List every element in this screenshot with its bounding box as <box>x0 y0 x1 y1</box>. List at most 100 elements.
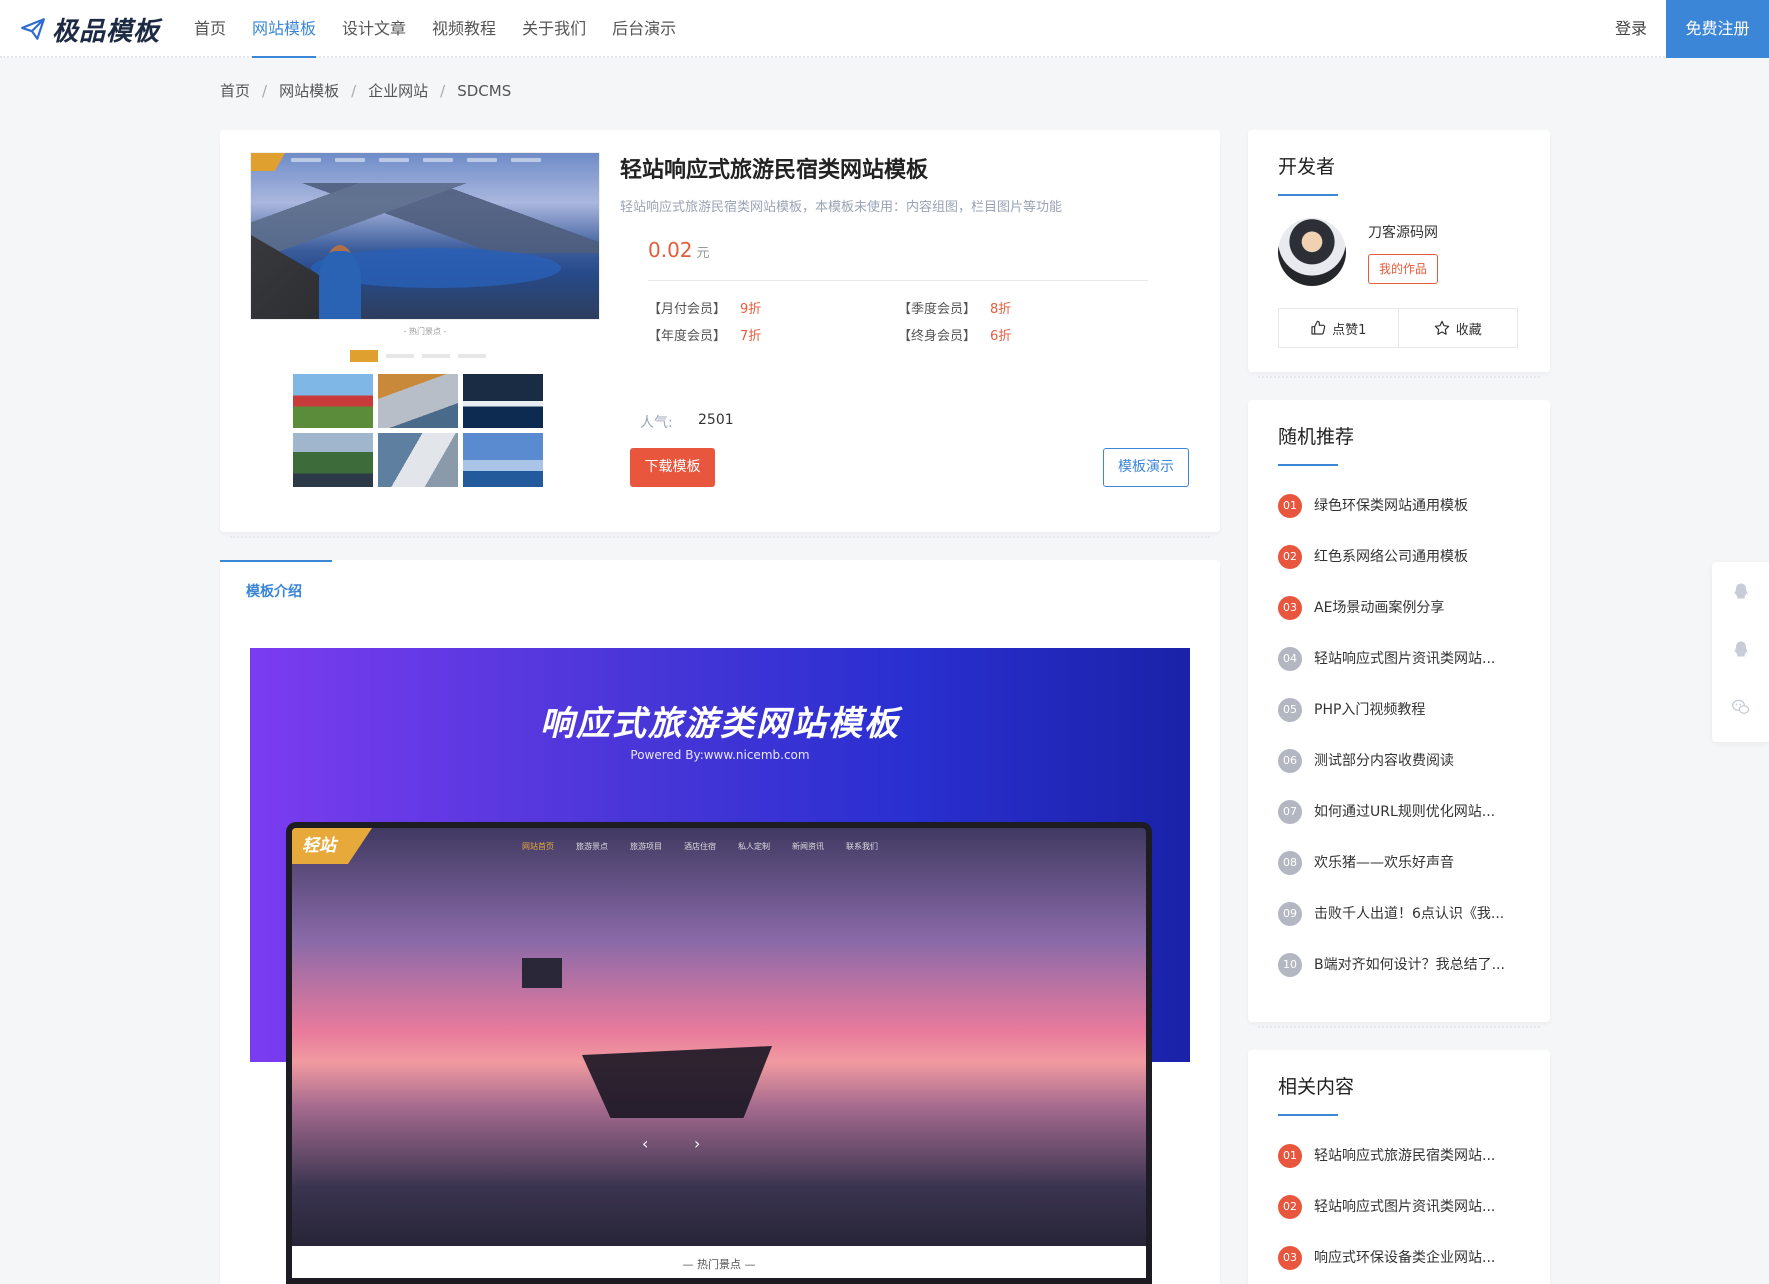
price-currency: 元 <box>696 246 710 261</box>
list-item[interactable]: 06 测试部分内容收费阅读 <box>1278 749 1528 800</box>
tab-template-intro[interactable]: 模板介绍 <box>246 560 302 614</box>
thumbnail[interactable] <box>378 374 458 428</box>
developer-name[interactable]: 刀客源码网 <box>1368 222 1438 242</box>
list-item[interactable]: 10 B端对齐如何设计？我总结了... <box>1278 953 1528 1004</box>
preview-thumbnails <box>293 374 543 487</box>
preview-tabs <box>350 350 500 362</box>
login-link[interactable]: 登录 <box>1615 0 1647 58</box>
rank-badge: 09 <box>1278 902 1302 926</box>
thumbnail[interactable] <box>463 433 543 487</box>
related-content-card: 相关内容 01 轻站响应式旅游民宿类网站... 02 轻站响应式图片资讯类网站...… <box>1248 1050 1550 1284</box>
action-bar: 点赞1 收藏 <box>1278 308 1518 348</box>
breadcrumb-separator: / <box>262 81 268 100</box>
rank-badge: 01 <box>1278 1144 1302 1168</box>
download-template-button[interactable]: 下载模板 <box>630 448 715 487</box>
list-item-title: 绿色环保类网站通用模板 <box>1314 498 1468 514</box>
list-item-title: 轻站响应式旅游民宿类网站... <box>1314 1148 1496 1164</box>
star-icon <box>1434 320 1450 335</box>
title-underline <box>1278 1114 1338 1116</box>
template-demo-button[interactable]: 模板演示 <box>1103 448 1189 487</box>
rank-badge: 03 <box>1278 1246 1302 1270</box>
laptop-mockup: 轻站 网站首页 旅游景点 旅游项目 酒店住宿 私人定制 新闻资讯 联系我们 ‹ … <box>286 822 1152 1284</box>
qq-icon <box>1733 641 1748 657</box>
random-list: 01 绿色环保类网站通用模板 02 红色系网络公司通用模板 03 AE场景动画案例分享… <box>1278 494 1528 1004</box>
paper-plane-icon <box>21 18 45 40</box>
breadcrumb-enterprise[interactable]: 企业网站 <box>368 80 428 101</box>
list-item[interactable]: 08 欢乐猪——欢乐好声音 <box>1278 851 1528 902</box>
list-item-title: 测试部分内容收费阅读 <box>1314 753 1454 769</box>
nav-item-videos[interactable]: 视频教程 <box>420 0 508 58</box>
rank-badge: 06 <box>1278 749 1302 773</box>
scene-boat <box>582 1046 772 1118</box>
member-discount-item: 【月付会员】 9折 <box>648 302 762 317</box>
collect-button[interactable]: 收藏 <box>1399 309 1518 347</box>
breadcrumb-home[interactable]: 首页 <box>220 80 250 101</box>
random-recommend-card: 随机推荐 01 绿色环保类网站通用模板 02 红色系网络公司通用模板 03 AE场景动… <box>1248 400 1550 1028</box>
list-item-title: 击败千人出道！6点认识《我... <box>1314 906 1505 922</box>
member-discounts: 【月付会员】 9折 【季度会员】 8折 【年度会员】 7折 【终身会员】 6折 <box>648 298 1148 344</box>
list-item[interactable]: 02 红色系网络公司通用模板 <box>1278 545 1528 596</box>
site-logo[interactable]: 极品模板 <box>20 13 161 47</box>
list-item[interactable]: 04 轻站响应式图片资讯类网站... <box>1278 647 1528 698</box>
qq-icon <box>1733 583 1748 599</box>
list-item-title: 红色系网络公司通用模板 <box>1314 549 1468 565</box>
popularity-value: 2501 <box>698 412 734 428</box>
register-button[interactable]: 免费注册 <box>1666 0 1769 58</box>
top-header: 极品模板 首页 网站模板 设计文章 视频教程 关于我们 后台演示 登录 免费注册 <box>0 0 1769 58</box>
list-item-title: B端对齐如何设计？我总结了... <box>1314 957 1505 973</box>
rank-badge: 04 <box>1278 647 1302 671</box>
my-works-button[interactable]: 我的作品 <box>1368 254 1438 284</box>
nav-item-admin-demo[interactable]: 后台演示 <box>600 0 688 58</box>
qq-service-button[interactable] <box>1712 620 1769 678</box>
qq-contact-button[interactable] <box>1712 562 1769 620</box>
nav-item-templates[interactable]: 网站模板 <box>240 0 328 58</box>
like-button[interactable]: 点赞1 <box>1279 309 1399 347</box>
rank-badge: 08 <box>1278 851 1302 875</box>
nav-item-home[interactable]: 首页 <box>182 0 238 58</box>
nav-item-articles[interactable]: 设计文章 <box>330 0 418 58</box>
screen-nav-item: 旅游项目 <box>630 841 662 851</box>
banner-subtitle: Powered By:www.nicemb.com <box>630 748 810 762</box>
rank-badge: 02 <box>1278 1195 1302 1219</box>
title-underline <box>1278 194 1338 196</box>
floating-toolbar <box>1712 562 1769 742</box>
related-list: 01 轻站响应式旅游民宿类网站... 02 轻站响应式图片资讯类网站... 03 响应… <box>1278 1144 1528 1284</box>
list-item[interactable]: 09 击败千人出道！6点认识《我... <box>1278 902 1528 953</box>
avatar[interactable] <box>1278 218 1346 286</box>
popularity-label: 人气: <box>640 415 673 431</box>
banner-title: 响应式旅游类网站模板 <box>540 704 900 744</box>
list-item[interactable]: 01 轻站响应式旅游民宿类网站... <box>1278 1144 1528 1195</box>
chevron-right-icon: › <box>694 1134 701 1153</box>
list-item[interactable]: 01 绿色环保类网站通用模板 <box>1278 494 1528 545</box>
developer-card: 开发者 刀客源码网 我的作品 点赞1 收藏 <box>1248 130 1550 378</box>
rank-badge: 10 <box>1278 953 1302 977</box>
list-item[interactable]: 03 响应式环保设备类企业网站... <box>1278 1246 1528 1284</box>
screen-nav: 网站首页 旅游景点 旅游项目 酒店住宿 私人定制 新闻资讯 联系我们 <box>522 841 878 852</box>
nav-item-about[interactable]: 关于我们 <box>510 0 598 58</box>
list-item-title: 轻站响应式图片资讯类网站... <box>1314 1199 1496 1215</box>
thumbnail[interactable] <box>463 374 543 428</box>
list-item[interactable]: 02 轻站响应式图片资讯类网站... <box>1278 1195 1528 1246</box>
list-item[interactable]: 05 PHP入门视频教程 <box>1278 698 1528 749</box>
thumbs-up-icon <box>1311 320 1326 335</box>
wechat-button[interactable] <box>1712 678 1769 736</box>
list-item[interactable]: 07 如何通过URL规则优化网站... <box>1278 800 1528 851</box>
list-item-title: PHP入门视频教程 <box>1314 702 1426 718</box>
chevron-left-icon: ‹ <box>642 1134 649 1153</box>
developer-title: 开发者 <box>1278 156 1336 178</box>
laptop-screen: 轻站 网站首页 旅游景点 旅游项目 酒店住宿 私人定制 新闻资讯 联系我们 ‹ … <box>292 828 1146 1278</box>
screen-nav-item: 新闻资讯 <box>792 841 824 851</box>
product-title: 轻站响应式旅游民宿类网站模板 <box>620 158 929 183</box>
template-preview-image[interactable] <box>250 152 600 320</box>
thumbnail[interactable] <box>293 374 373 428</box>
divider <box>648 280 1148 281</box>
thumbnail[interactable] <box>293 433 373 487</box>
list-item[interactable]: 03 AE场景动画案例分享 <box>1278 596 1528 647</box>
screen-nav-item: 联系我们 <box>846 841 878 851</box>
product-card: - 热门景点 - 轻站响应式旅游民宿类网站模板 轻站响应式旅游民宿类网站模板，本… <box>220 130 1220 538</box>
thumbnail[interactable] <box>378 433 458 487</box>
rank-badge: 03 <box>1278 596 1302 620</box>
logo-text: 极品模板 <box>52 16 161 47</box>
rank-badge: 01 <box>1278 494 1302 518</box>
breadcrumb-templates[interactable]: 网站模板 <box>279 80 339 101</box>
